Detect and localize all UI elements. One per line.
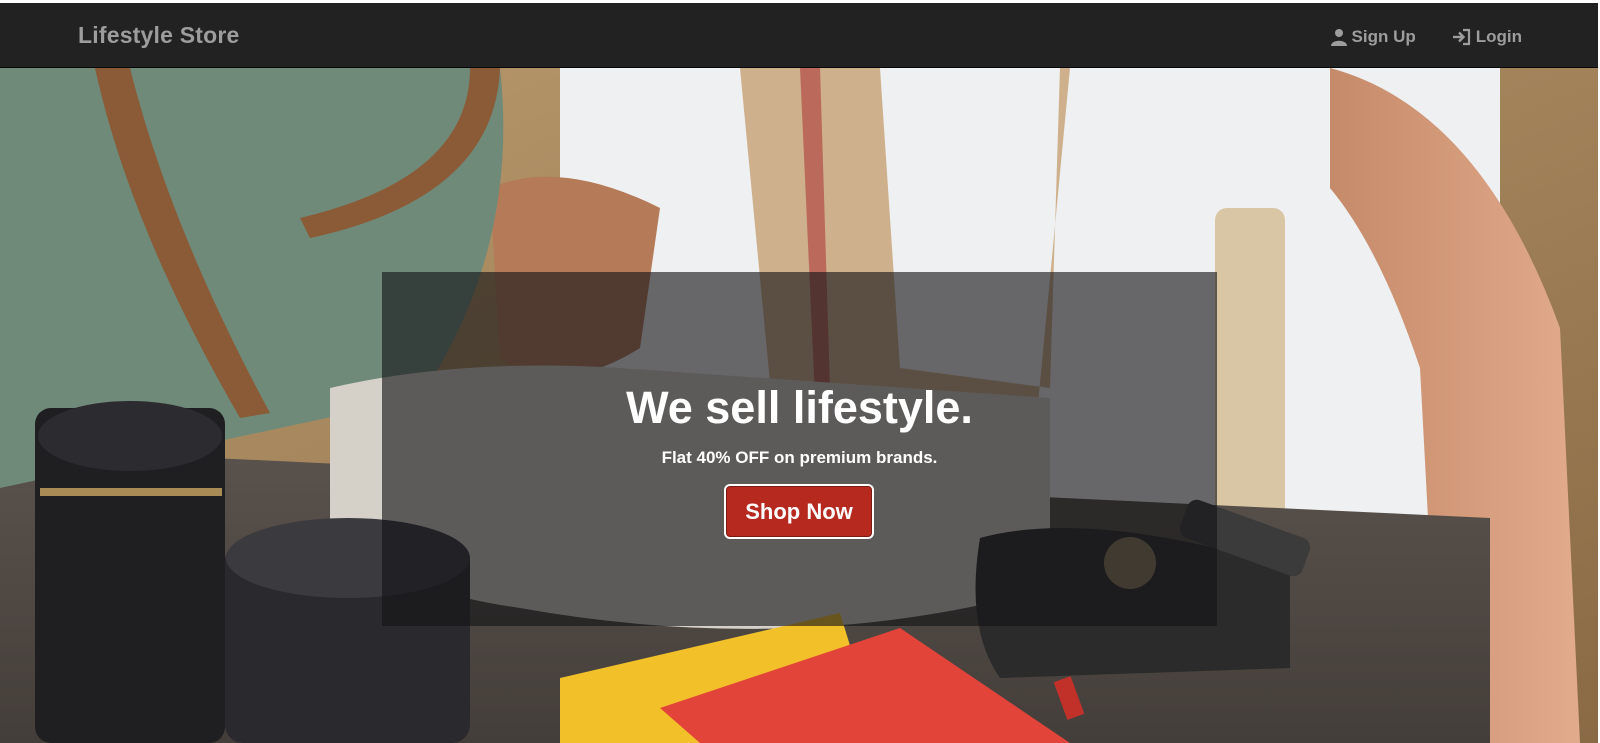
hero-subtitle: Flat 40% OFF on premium brands. [661,448,938,467]
brand-link[interactable]: Lifestyle Store [78,22,240,49]
page: Lifestyle Store Sign Up Login We sell li… [0,0,1600,743]
hero-title: We sell lifestyle. [626,382,973,433]
hero-overlay: We sell lifestyle. Flat 40% OFF on premi… [382,272,1217,626]
signup-link[interactable]: Sign Up [1330,23,1416,51]
login-label: Login [1475,27,1522,46]
shop-now-button[interactable]: Shop Now [724,484,874,539]
login-icon [1452,28,1472,46]
user-icon [1330,28,1348,46]
hero-banner: We sell lifestyle. Flat 40% OFF on premi… [0,68,1600,743]
navbar: Lifestyle Store Sign Up Login [0,3,1600,68]
nav-links: Sign Up Login [1330,23,1522,51]
signup-label: Sign Up [1351,27,1416,46]
login-link[interactable]: Login [1452,23,1522,51]
